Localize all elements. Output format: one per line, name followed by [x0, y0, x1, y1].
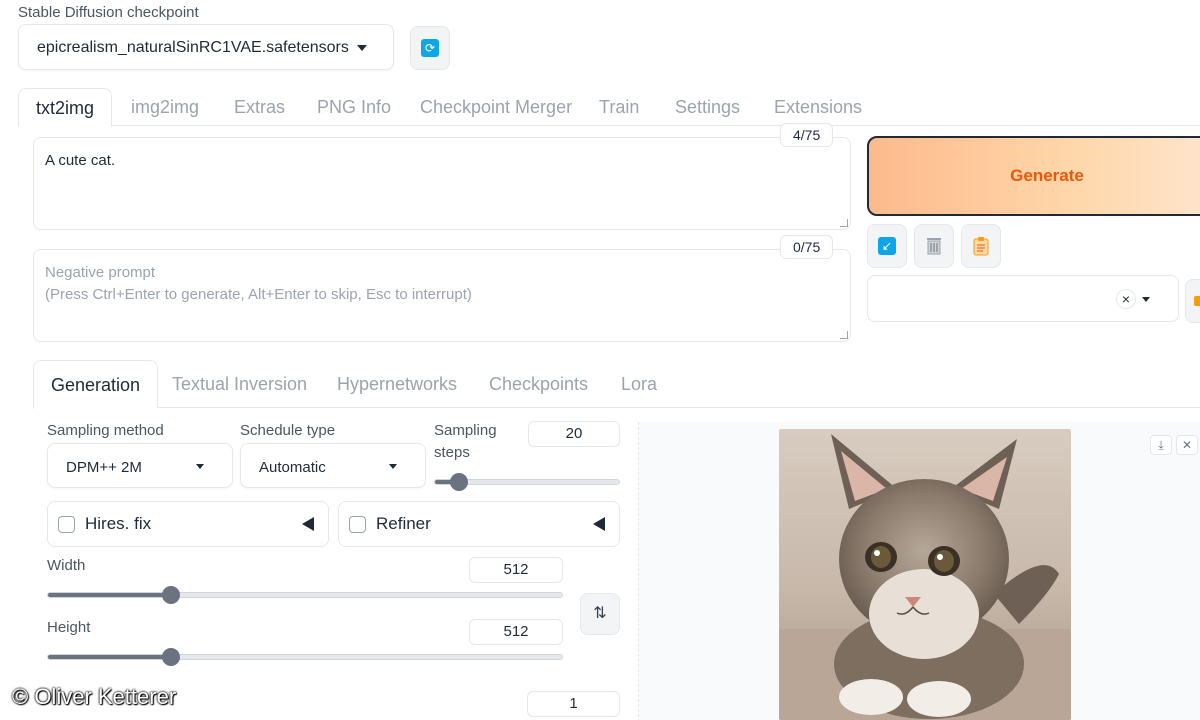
- sampling-steps-label: Sampling: [434, 422, 497, 439]
- schedule-type-select[interactable]: Automatic: [240, 443, 426, 488]
- refiner-label: Refiner: [376, 514, 431, 533]
- checkpoint-value: epicrealism_naturalSinRC1VAE.safetensors…: [37, 39, 349, 56]
- prompt-text: A cute cat.: [45, 152, 116, 169]
- tab-generation[interactable]: Generation: [33, 360, 159, 409]
- collapse-triangle-icon[interactable]: [593, 517, 605, 531]
- tab-hypernetworks[interactable]: Hypernetworks: [337, 360, 457, 408]
- apply-style-button[interactable]: [1185, 279, 1200, 323]
- generate-label: Generate: [1010, 166, 1084, 185]
- tab-checkpoint-merger[interactable]: Checkpoint Merger: [420, 88, 572, 126]
- negative-prompt-hint: (Press Ctrl+Enter to generate, Alt+Enter…: [45, 286, 472, 303]
- sampling-method-value: DPM++ 2M: [66, 459, 142, 476]
- negative-prompt-textarea[interactable]: Negative prompt (Press Ctrl+Enter to gen…: [33, 249, 851, 342]
- hires-fix-checkbox[interactable]: [58, 516, 75, 533]
- styles-dropdown[interactable]: ×: [867, 275, 1179, 322]
- tab-txt2img[interactable]: txt2img: [18, 88, 113, 127]
- width-input[interactable]: 512: [469, 557, 563, 583]
- sampling-method-select[interactable]: DPM++ 2M: [47, 443, 233, 488]
- clear-prompt-button[interactable]: [914, 224, 954, 268]
- sampling-steps-label-2: steps: [434, 444, 470, 461]
- sampling-method-label: Sampling method: [47, 422, 164, 439]
- tab-png-info[interactable]: PNG Info: [317, 88, 391, 126]
- refiner-accordion[interactable]: Refiner: [338, 501, 620, 547]
- swap-arrows-icon: ⇅: [593, 605, 607, 622]
- collapse-triangle-icon[interactable]: [302, 517, 314, 531]
- chevron-down-icon: [389, 464, 397, 469]
- tab-checkpoints[interactable]: Checkpoints: [489, 360, 588, 408]
- schedule-type-label: Schedule type: [240, 422, 336, 439]
- sampling-steps-slider[interactable]: [434, 473, 620, 491]
- tab-img2img[interactable]: img2img: [131, 88, 199, 126]
- hires-fix-accordion[interactable]: Hires. fix: [47, 501, 329, 547]
- tab-settings[interactable]: Settings: [675, 88, 740, 126]
- slider-fill: [48, 655, 172, 659]
- tab-textual-inversion[interactable]: Textual Inversion: [172, 360, 307, 408]
- prompt-token-counter: 4/75: [780, 123, 834, 147]
- main-tabs: txt2img img2img Extras PNG Info Checkpoi…: [18, 88, 1200, 127]
- slider-thumb[interactable]: [450, 473, 468, 491]
- sampling-steps-input[interactable]: 20: [528, 421, 620, 447]
- trash-icon: [927, 238, 941, 255]
- refresh-icon: ⟳: [421, 39, 439, 57]
- width-label: Width: [47, 557, 86, 574]
- generate-button[interactable]: Generate: [867, 136, 1200, 216]
- watermark: © Oliver Ketterer: [12, 684, 177, 709]
- generation-tabs: Generation Textual Inversion Hypernetwor…: [33, 360, 1200, 409]
- tab-extras[interactable]: Extras: [234, 88, 285, 126]
- clipboard-icon: [973, 237, 989, 256]
- negative-prompt-token-counter: 0/75: [780, 235, 834, 259]
- swap-dimensions-button[interactable]: ⇅: [580, 593, 620, 635]
- height-label: Height: [47, 619, 91, 636]
- generated-cat-image[interactable]: [779, 429, 1071, 720]
- close-icon[interactable]: ✕: [1176, 435, 1198, 455]
- chevron-down-icon: [196, 464, 204, 469]
- slider-thumb[interactable]: [162, 586, 180, 604]
- schedule-type-value: Automatic: [259, 459, 326, 476]
- resize-handle-icon[interactable]: [840, 331, 848, 339]
- batch-count-input[interactable]: 1: [527, 691, 620, 717]
- height-input[interactable]: 512: [469, 619, 563, 645]
- width-slider[interactable]: [47, 586, 563, 604]
- resize-handle-icon[interactable]: [840, 219, 848, 227]
- download-icon[interactable]: ⤓: [1150, 435, 1172, 455]
- tab-lora[interactable]: Lora: [621, 360, 657, 408]
- refiner-checkbox[interactable]: [349, 516, 366, 533]
- read-params-button[interactable]: ↙: [867, 224, 907, 268]
- chevron-down-icon: [1142, 297, 1150, 302]
- checkpoint-label: Stable Diffusion checkpoint: [18, 4, 199, 21]
- hires-fix-label: Hires. fix: [85, 514, 152, 533]
- slider-thumb[interactable]: [162, 648, 180, 666]
- paste-style-button[interactable]: [961, 224, 1001, 268]
- arrow-down-left-icon: ↙: [878, 237, 896, 255]
- chevron-down-icon: [357, 45, 367, 51]
- brush-icon: [1194, 296, 1200, 306]
- tab-extensions[interactable]: Extensions: [774, 88, 862, 126]
- clear-icon[interactable]: ×: [1116, 289, 1136, 309]
- prompt-textarea[interactable]: A cute cat.: [33, 137, 851, 230]
- slider-fill: [48, 593, 172, 597]
- tab-train[interactable]: Train: [599, 88, 639, 126]
- checkpoint-select[interactable]: epicrealism_naturalSinRC1VAE.safetensors…: [18, 24, 394, 70]
- refresh-checkpoint-button[interactable]: ⟳: [410, 26, 450, 70]
- negative-prompt-placeholder: Negative prompt: [45, 264, 156, 281]
- height-slider[interactable]: [47, 648, 563, 666]
